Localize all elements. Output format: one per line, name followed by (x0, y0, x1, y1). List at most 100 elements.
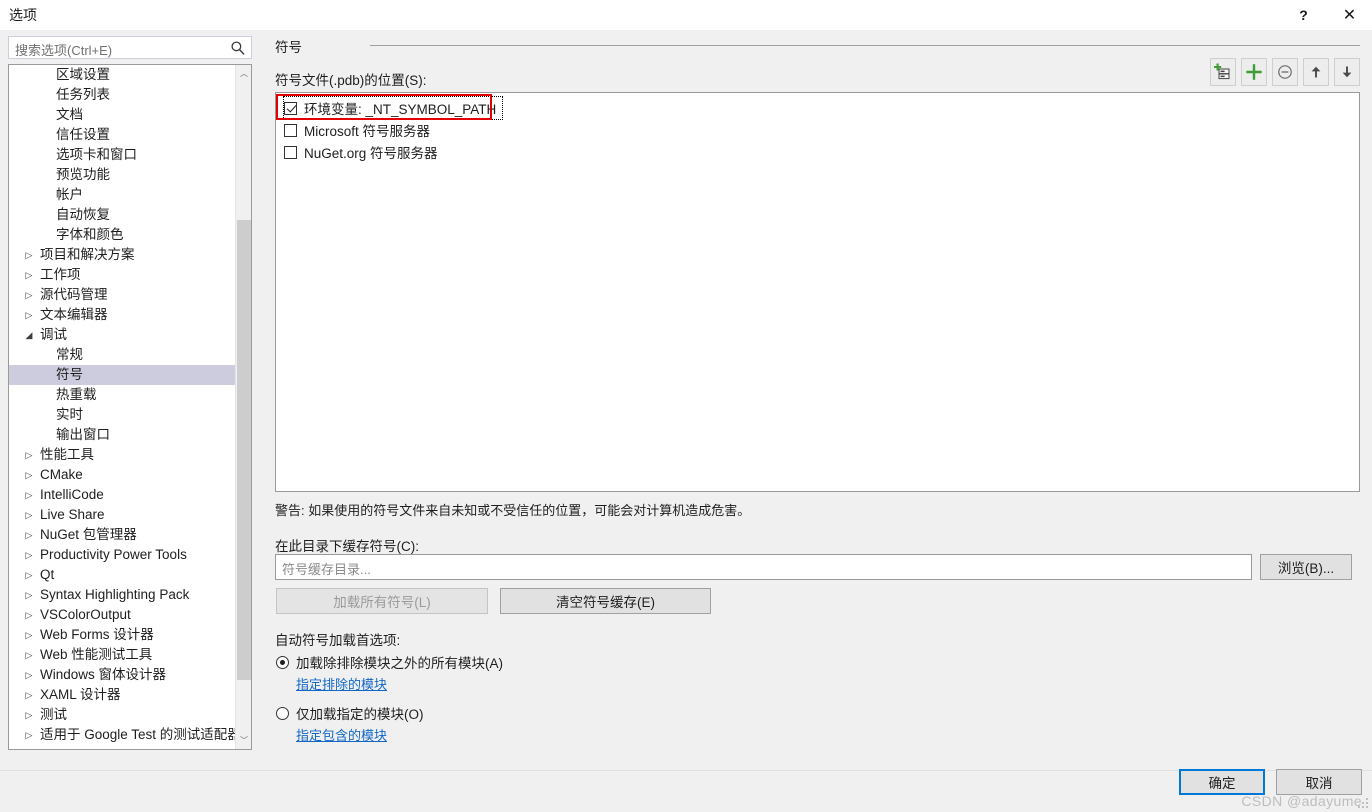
tree-item[interactable]: 输出窗口 (9, 425, 236, 445)
chevron-right-icon[interactable]: ▷ (23, 565, 35, 585)
chevron-right-icon[interactable]: ▷ (23, 245, 35, 265)
chevron-right-icon[interactable]: ▷ (23, 725, 35, 745)
tree-item[interactable]: 字体和颜色 (9, 225, 236, 245)
tree-item[interactable]: ▷ Windows 窗体设计器 (9, 665, 236, 685)
checkbox-icon[interactable] (284, 123, 297, 137)
tree-item-label: Web 性能测试工具 (40, 647, 153, 662)
symbol-locations-list[interactable]: 环境变量: _NT_SYMBOL_PATH Microsoft 符号服务器 NuGe… (275, 92, 1360, 492)
cancel-button[interactable]: 取消 (1276, 769, 1362, 795)
add-icon (1246, 64, 1262, 80)
tree-item[interactable]: ▷ CMake (9, 465, 236, 485)
remove-location-button[interactable] (1272, 58, 1298, 86)
tree-item[interactable]: ▷ Productivity Power Tools (9, 545, 236, 565)
radio-label: 加载除排除模块之外的所有模块(A) (296, 656, 503, 671)
tree-item[interactable]: 帐户 (9, 185, 236, 205)
tree-item[interactable]: ▷ XAML 设计器 (9, 685, 236, 705)
tree-item[interactable]: ▷ VSColorOutput (9, 605, 236, 625)
load-all-symbols-button[interactable]: 加载所有符号(L) (276, 588, 488, 614)
radio-indicator (276, 655, 289, 669)
tree-item[interactable]: ▷ Qt (9, 565, 236, 585)
symbol-location-row[interactable]: NuGet.org 符号服务器 (284, 141, 444, 163)
tree-item[interactable]: 符号 (9, 365, 236, 385)
tree-item[interactable]: ▷ NuGet 包管理器 (9, 525, 236, 545)
window-title: 选项 (9, 7, 37, 23)
tree-item[interactable]: 区域设置 (9, 65, 236, 85)
chevron-right-icon[interactable]: ▷ (23, 305, 35, 325)
tree-item[interactable]: 选项卡和窗口 (9, 145, 236, 165)
tree-item-label: 选项卡和窗口 (56, 147, 137, 162)
resize-grip-icon[interactable] (1358, 798, 1370, 810)
tree-item[interactable]: ▷ Live Share (9, 505, 236, 525)
tree-item[interactable]: ▷ 适用于 Google Test 的测试适配器 (9, 725, 241, 745)
chevron-right-icon[interactable]: ▷ (23, 525, 35, 545)
cache-directory-input[interactable]: 符号缓存目录... (275, 554, 1252, 580)
chevron-right-icon[interactable]: ▷ (23, 625, 35, 645)
tree-item[interactable]: 信任设置 (9, 125, 236, 145)
tree-item-label: Qt (40, 567, 55, 582)
chevron-right-icon[interactable]: ▷ (23, 665, 35, 685)
help-button[interactable]: ? (1281, 0, 1326, 30)
tree-item[interactable]: ▷ 源代码管理 (9, 285, 236, 305)
browse-button[interactable]: 浏览(B)... (1260, 554, 1352, 580)
tree-item[interactable]: 实时 (9, 405, 236, 425)
tree-item[interactable]: ▷ Web 性能测试工具 (9, 645, 236, 665)
add-location-button[interactable] (1241, 58, 1267, 86)
search-input[interactable]: 搜索选项(Ctrl+E) (8, 36, 252, 59)
ok-button[interactable]: 确定 (1179, 769, 1265, 795)
close-button[interactable]: ✕ (1327, 0, 1372, 30)
tree-item[interactable]: ▷ Web Forms 设计器 (9, 625, 236, 645)
move-down-button[interactable] (1334, 58, 1360, 86)
symbol-location-row[interactable]: 环境变量: _NT_SYMBOL_PATH (282, 96, 504, 120)
checkbox-icon[interactable] (284, 145, 297, 159)
tree-item-label: Web Forms 设计器 (40, 627, 154, 642)
chevron-right-icon[interactable]: ▷ (23, 285, 35, 305)
chevron-right-icon[interactable]: ▷ (23, 585, 35, 605)
tree-item-label: 调试 (40, 327, 67, 342)
clear-symbol-cache-button[interactable]: 清空符号缓存(E) (500, 588, 711, 614)
chevron-right-icon[interactable]: ▷ (23, 605, 35, 625)
tree-item-label: 任务列表 (56, 87, 110, 102)
chevron-right-icon[interactable]: ▷ (23, 705, 35, 725)
scroll-down-icon[interactable]: ﹀ (236, 732, 251, 749)
tree-item[interactable]: ▷ 项目和解决方案 (9, 245, 236, 265)
chevron-right-icon[interactable]: ▷ (23, 445, 35, 465)
tree-item[interactable]: ▷ Syntax Highlighting Pack (9, 585, 236, 605)
checkbox-icon[interactable] (284, 101, 297, 115)
tree-item[interactable]: 热重载 (9, 385, 236, 405)
new-symbol-server-button[interactable] (1210, 58, 1236, 86)
cache-directory-placeholder: 符号缓存目录... (282, 562, 371, 577)
options-tree[interactable]: 区域设置任务列表文档 信任设置选项卡和窗口预览功能 帐户 自动恢复 字体和颜色 ▷ 项目和解… (8, 64, 252, 750)
tree-item-label: 源代码管理 (40, 287, 108, 302)
specify-included-modules-link[interactable]: 指定包含的模块 (296, 725, 387, 744)
chevron-right-icon[interactable]: ▷ (23, 685, 35, 705)
chevron-right-icon[interactable]: ▷ (23, 465, 35, 485)
symbol-location-row[interactable]: Microsoft 符号服务器 (284, 119, 436, 141)
tree-item[interactable]: 自动恢复 (9, 205, 236, 225)
tree-item[interactable]: ▷ 文本编辑器 (9, 305, 236, 325)
tree-item[interactable]: ▷ 测试 (9, 705, 236, 725)
chevron-right-icon[interactable]: ▷ (23, 505, 35, 525)
tree-item-label: 区域设置 (56, 67, 110, 82)
tree-scrollbar[interactable]: ︿ ﹀ (235, 65, 251, 749)
tree-item[interactable]: 任务列表 (9, 85, 236, 105)
tree-item[interactable]: 常规 (9, 345, 236, 365)
tree-item[interactable]: ◢ 调试 (9, 325, 236, 345)
chevron-right-icon[interactable]: ▷ (23, 645, 35, 665)
chevron-down-icon[interactable]: ◢ (23, 325, 35, 345)
radio-load-all-except-excluded[interactable]: 加载除排除模块之外的所有模块(A) (276, 652, 503, 672)
chevron-right-icon[interactable]: ▷ (23, 265, 35, 285)
radio-load-only-specified[interactable]: 仅加载指定的模块(O) (276, 703, 424, 723)
scroll-up-icon[interactable]: ︿ (236, 65, 251, 82)
specify-excluded-modules-link[interactable]: 指定排除的模块 (296, 674, 387, 693)
tree-item[interactable]: 预览功能 (9, 165, 236, 185)
scrollbar-thumb[interactable] (237, 220, 251, 680)
tree-item[interactable]: ▷ 性能工具 (9, 445, 236, 465)
tree-item[interactable]: ▷ IntelliCode (9, 485, 236, 505)
tree-item[interactable]: ▷ 工作项 (9, 265, 236, 285)
move-up-icon (1311, 66, 1321, 78)
chevron-right-icon[interactable]: ▷ (23, 545, 35, 565)
footer-divider (0, 770, 1372, 771)
move-up-button[interactable] (1303, 58, 1329, 86)
chevron-right-icon[interactable]: ▷ (23, 485, 35, 505)
tree-item[interactable]: 文档 (9, 105, 236, 125)
